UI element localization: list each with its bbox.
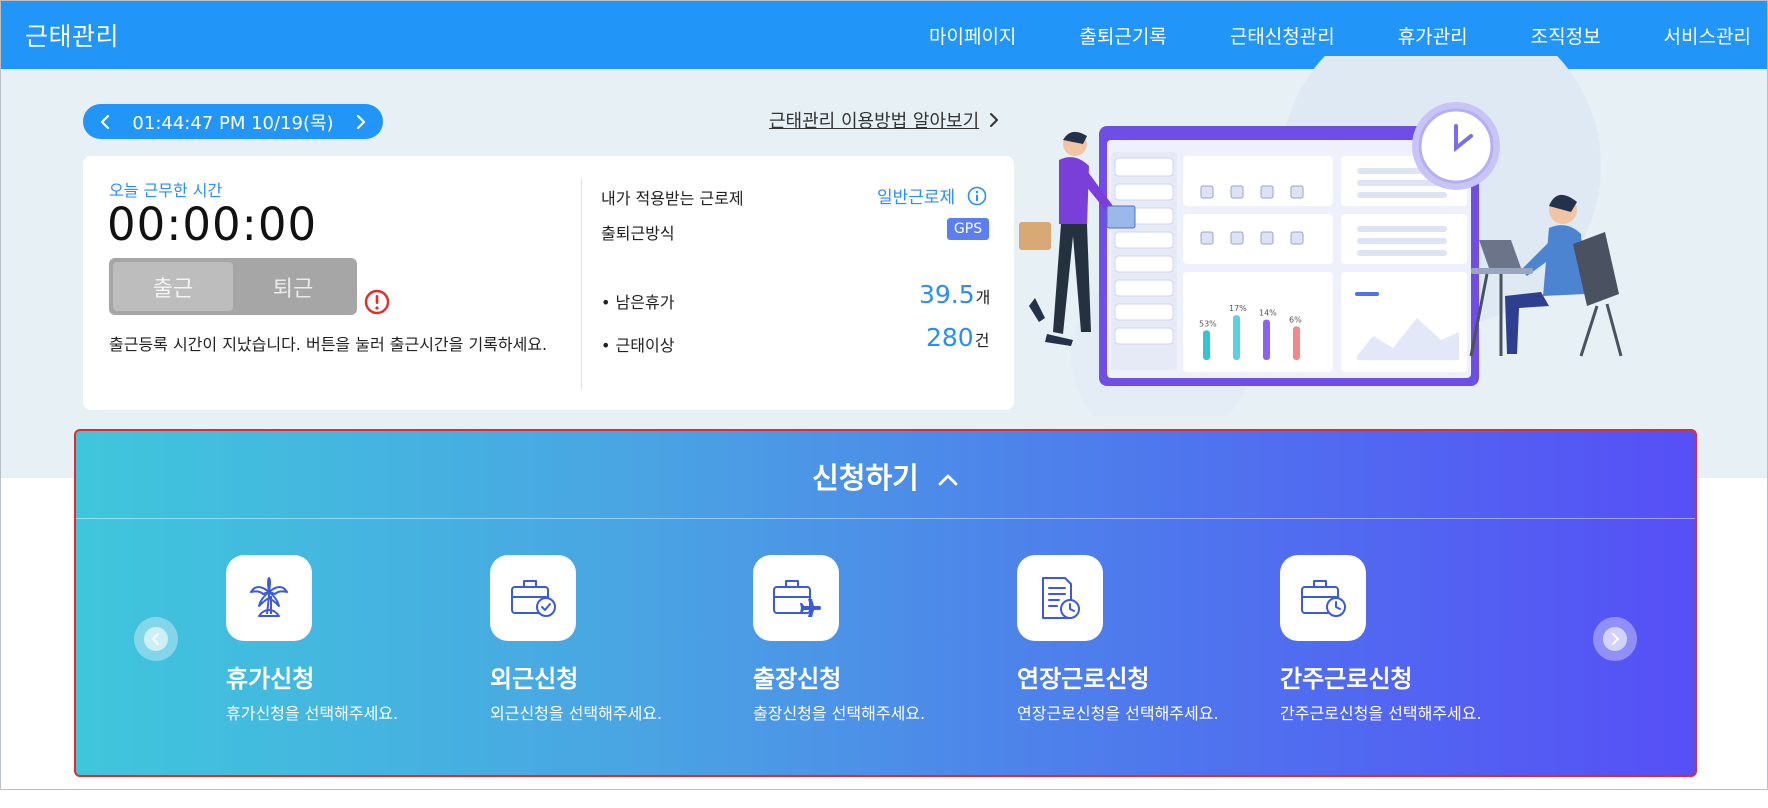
mini-bar — [1203, 330, 1210, 360]
request-desc: 휴가신청을 선택해주세요. — [226, 704, 399, 723]
mini-bar-label: 14% — [1259, 309, 1277, 318]
request-title: 출장신청 — [753, 665, 842, 693]
work-system-value[interactable]: 일반근로제 — [877, 183, 987, 208]
mini-bar — [1293, 326, 1300, 360]
nav-item-mypage[interactable]: 마이페이지 — [929, 22, 1016, 49]
chevron-up-icon — [938, 474, 958, 486]
chevron-right-icon — [990, 113, 999, 127]
check-in-out-toggle: 출근 퇴근 — [109, 258, 357, 315]
app-frame: 근태관리 마이페이지 출퇴근기록 근태신청관리 휴가관리 조직정보 서비스관리 … — [0, 0, 1768, 790]
request-icon-tile — [490, 555, 576, 641]
attendance-anomaly-text: 근태이상 — [615, 336, 675, 355]
mini-bar — [1263, 319, 1270, 360]
brand-title[interactable]: 근태관리 — [25, 17, 119, 53]
nav-item-attendance-record[interactable]: 출퇴근기록 — [1079, 22, 1166, 49]
attendance-anomaly-label: • 근태이상 — [601, 336, 675, 355]
check-in-notice: 출근등록 시간이 지났습니다. 버튼을 눌러 출근시간을 기록하세요. — [109, 335, 548, 354]
usage-guide-link[interactable]: 근태관리 이용방법 알아보기 — [769, 107, 1001, 133]
nav-item-request-management[interactable]: 근태신청관리 — [1230, 22, 1335, 49]
request-icon-tile — [753, 555, 839, 641]
request-item-business-trip[interactable]: 출장신청 출장신청을 선택해주세요. — [753, 555, 1003, 735]
mini-bar — [1233, 315, 1240, 360]
request-item-deemed-work[interactable]: 간주근로신청 간주근로신청을 선택해주세요. — [1280, 555, 1530, 735]
chevron-right-icon — [1612, 633, 1620, 645]
attendance-anomaly-value[interactable]: 280건 — [926, 323, 989, 352]
check-method-badge: GPS — [947, 218, 989, 240]
carousel-next-button[interactable] — [1593, 617, 1637, 661]
briefcase-clock-icon — [1301, 580, 1346, 617]
document-clock-icon — [1042, 577, 1080, 619]
request-icon-tile — [1017, 555, 1103, 641]
hero-illustration: 53% 17% 14% 6% — [1019, 56, 1623, 416]
chevron-left-icon[interactable] — [97, 114, 113, 130]
clock-pill: 01:44:47 PM 10/19(목) — [83, 104, 383, 139]
main-nav: 마이페이지 출퇴근기록 근태신청관리 휴가관리 조직정보 서비스관리 — [929, 22, 1767, 49]
work-system-text: 일반근로제 — [877, 188, 956, 208]
request-panel-header[interactable]: 신청하기 — [76, 455, 1695, 497]
nav-item-organization[interactable]: 조직정보 — [1531, 22, 1601, 49]
usage-guide-label: 근태관리 이용방법 알아보기 — [769, 111, 980, 132]
carousel-prev-button[interactable] — [134, 617, 178, 661]
warning-icon — [364, 289, 390, 315]
nav-item-leave-management[interactable]: 휴가관리 — [1398, 22, 1468, 49]
card-divider — [581, 178, 582, 390]
info-icon[interactable] — [967, 186, 987, 206]
request-title: 휴가신청 — [226, 665, 315, 693]
request-panel-divider — [76, 518, 1695, 519]
briefcase-check-icon — [511, 580, 556, 617]
check-in-button[interactable]: 출근 — [113, 262, 233, 311]
clock-display: 01:44:47 PM 10/19(목) — [132, 112, 334, 134]
request-title: 연장근로신청 — [1017, 665, 1150, 693]
request-desc: 외근신청을 선택해주세요. — [490, 704, 663, 723]
remaining-leave-text: 남은휴가 — [615, 293, 675, 312]
request-desc: 출장신청을 선택해주세요. — [753, 704, 926, 723]
worked-time-value: 00:00:00 — [107, 198, 318, 251]
request-title: 외근신청 — [490, 665, 579, 693]
remaining-leave-label: • 남은휴가 — [601, 293, 675, 312]
request-item-overtime[interactable]: 연장근로신청 연장근로신청을 선택해주세요. — [1017, 555, 1267, 735]
request-panel-title: 신청하기 — [812, 461, 919, 495]
briefcase-plane-icon — [773, 580, 821, 617]
request-icon-tile — [226, 555, 312, 641]
request-title: 간주근로신청 — [1280, 665, 1413, 693]
chevron-left-icon — [151, 633, 159, 645]
chevron-right-icon[interactable] — [353, 114, 369, 130]
request-desc: 연장근로신청을 선택해주세요. — [1017, 704, 1219, 723]
attendance-anomaly-number: 280 — [926, 323, 974, 352]
request-item-vacation[interactable]: 휴가신청 휴가신청을 선택해주세요. — [226, 555, 476, 735]
remaining-leave-unit: 개 — [975, 288, 991, 307]
request-desc: 간주근로신청을 선택해주세요. — [1280, 704, 1482, 723]
check-method-label: 출퇴근방식 — [601, 224, 675, 243]
mini-bar-label: 17% — [1229, 304, 1247, 313]
request-item-outside-work[interactable]: 외근신청 외근신청을 선택해주세요. — [490, 555, 740, 735]
attendance-status-card: 오늘 근무한 시간 00:00:00 출근 퇴근 출근등록 시간이 지났습니다.… — [83, 156, 1014, 410]
attendance-anomaly-unit: 건 — [974, 331, 990, 350]
remaining-leave-number: 39.5 — [919, 280, 975, 309]
request-icon-tile — [1280, 555, 1366, 641]
mini-bar-label: 53% — [1199, 319, 1217, 328]
palm-tree-icon — [250, 577, 288, 617]
check-out-button[interactable]: 퇴근 — [233, 262, 353, 311]
remaining-leave-value[interactable]: 39.5개 — [919, 280, 990, 309]
nav-item-service-management[interactable]: 서비스관리 — [1664, 22, 1751, 49]
work-system-label: 내가 적용받는 근로제 — [601, 189, 744, 208]
request-panel: 신청하기 휴가신청 휴가신청을 선택해주세요. 외근신청 외근신청을 선택해주세… — [74, 429, 1697, 777]
mini-bar-label: 6% — [1289, 315, 1302, 324]
